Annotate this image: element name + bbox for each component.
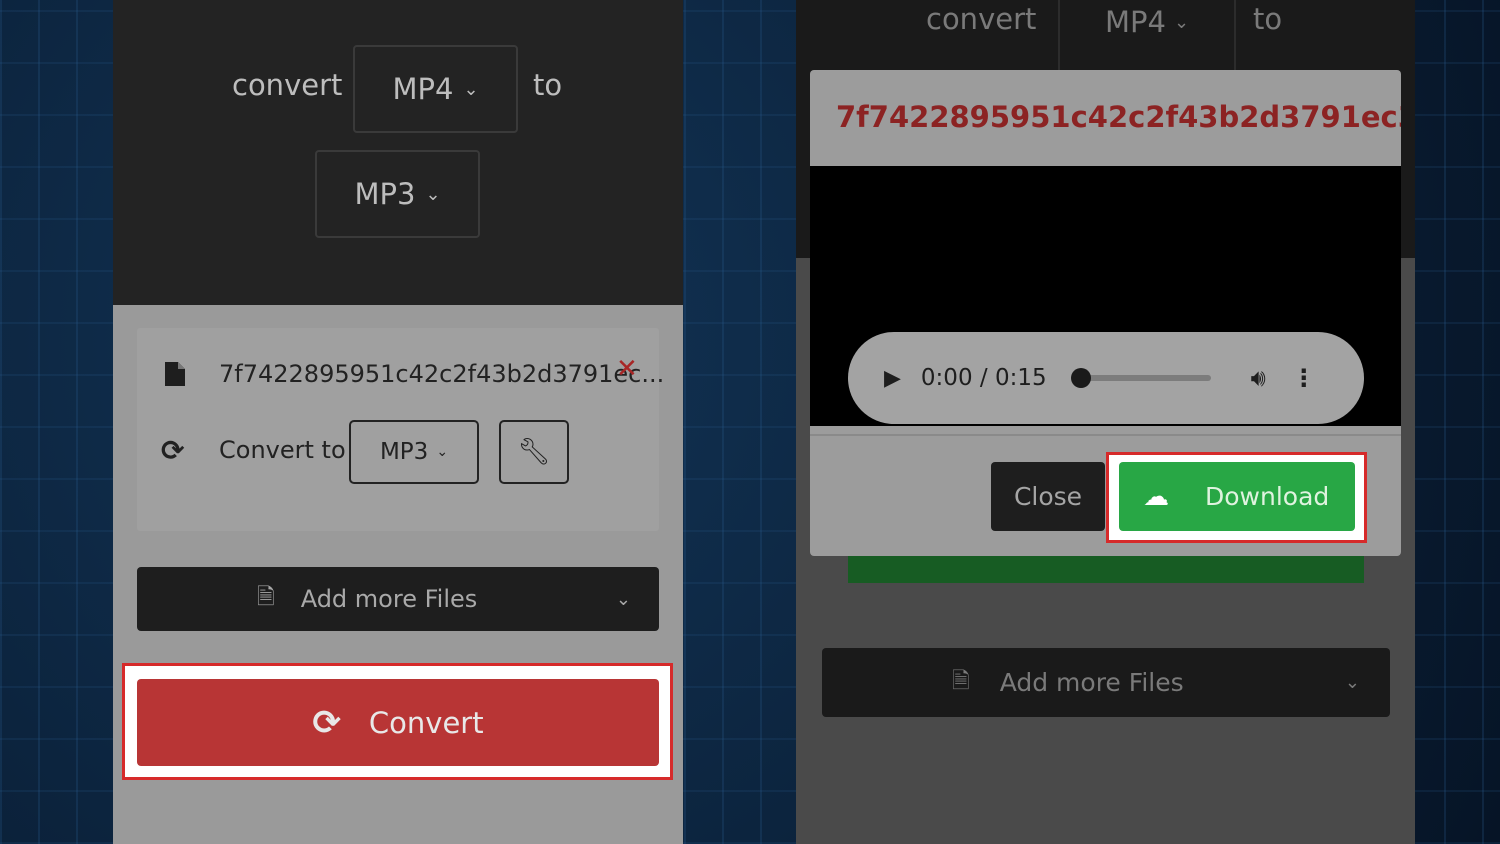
chevron-down-icon: ⌄ xyxy=(463,78,479,100)
convert-label: convert xyxy=(926,2,1037,36)
close-button[interactable]: Close xyxy=(991,462,1105,531)
add-more-files-button[interactable]: 🗎 Add more Files ⌄ xyxy=(822,648,1390,717)
seek-slider[interactable] xyxy=(1070,368,1211,388)
more-options-icon[interactable]: ⋮ xyxy=(1292,364,1316,392)
audio-player: ▶ 0:00 / 0:15 🔊︎ ⋮ xyxy=(848,332,1364,424)
modal-title: 7f7422895951c42c2f43b2d3791ec380.mp xyxy=(836,100,1401,134)
add-more-files-button[interactable]: 🗎 Add more Files ⌄ xyxy=(137,567,659,631)
seek-thumb[interactable] xyxy=(1070,368,1091,388)
settings-wrench-button[interactable]: 🔧︎ xyxy=(499,420,569,484)
wrench-icon: 🔧︎ xyxy=(517,437,551,467)
from-format-value: MP4 xyxy=(1104,5,1166,39)
file-icon xyxy=(165,362,185,386)
file-name: 7f7422895951c42c2f43b2d3791ec... xyxy=(219,360,665,388)
from-format-select[interactable]: MP4 ⌄ xyxy=(353,45,518,133)
to-label: to xyxy=(1253,2,1283,36)
remove-file-icon[interactable]: ✕ xyxy=(616,354,638,384)
convert-button-label: Convert xyxy=(368,705,484,740)
chevron-down-icon: ⌄ xyxy=(615,588,631,610)
to-label: to xyxy=(533,68,563,102)
divider xyxy=(810,434,1401,436)
chevron-down-icon: ⌄ xyxy=(436,444,449,460)
add-more-files-label: Add more Files xyxy=(300,585,478,613)
file-add-icon: 🗎 xyxy=(257,585,275,610)
chevron-down-icon: ⌄ xyxy=(425,183,441,205)
progress-bar-behind xyxy=(848,556,1364,583)
refresh-icon: ⟳ xyxy=(312,702,341,743)
to-format-select[interactable]: MP3 ⌄ xyxy=(315,150,480,238)
refresh-icon: ⟳ xyxy=(161,434,185,467)
convert-button[interactable]: ⟳ Convert xyxy=(137,679,659,766)
download-button-label: Download xyxy=(1205,482,1330,511)
convert-to-label: Convert to xyxy=(219,436,346,464)
cloud-download-icon: ☁ xyxy=(1143,481,1169,512)
chevron-down-icon: ⌄ xyxy=(1173,11,1190,33)
chevron-down-icon: ⌄ xyxy=(1344,672,1360,693)
to-format-value: MP3 xyxy=(354,177,416,211)
from-format-select[interactable]: MP4 ⌄ xyxy=(1058,0,1236,70)
convert-label: convert xyxy=(232,68,343,102)
download-button[interactable]: ☁ Download xyxy=(1119,462,1355,531)
player-time: 0:00 / 0:15 xyxy=(920,365,1047,391)
play-icon[interactable]: ▶ xyxy=(884,366,901,391)
volume-icon[interactable]: 🔊︎ xyxy=(1251,364,1266,392)
convert-to-value: MP3 xyxy=(379,439,429,465)
convert-to-select[interactable]: MP3 ⌄ xyxy=(349,420,479,484)
file-add-icon: 🗎 xyxy=(952,668,970,694)
add-more-files-label: Add more Files xyxy=(999,668,1184,697)
from-format-value: MP4 xyxy=(392,72,454,106)
